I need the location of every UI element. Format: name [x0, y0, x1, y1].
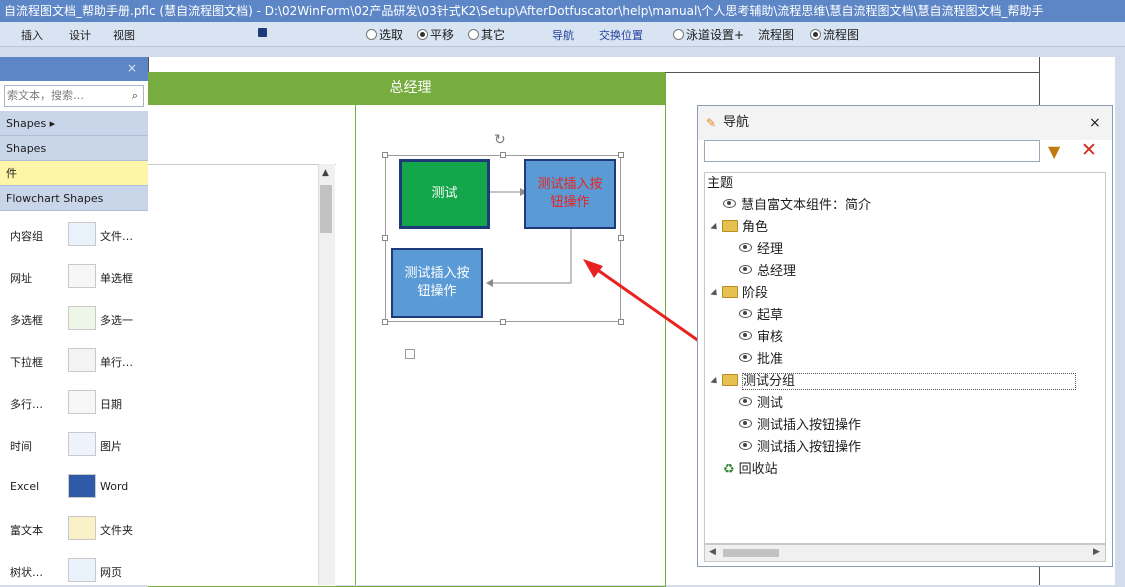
visibility-eye-icon[interactable] — [739, 397, 752, 406]
visibility-eye-icon[interactable] — [739, 331, 752, 340]
tree-node[interactable]: 慧自富文本组件：简介 — [723, 195, 871, 217]
tree-node[interactable]: 测试插入按钮操作 — [739, 415, 861, 437]
folder-icon — [722, 220, 738, 232]
tree-node[interactable]: 测试插入按钮操作 — [739, 437, 861, 459]
folder-icon — [722, 286, 738, 298]
tree-node-label: 测试分组 — [742, 373, 1077, 390]
annotation-arrowhead-icon — [583, 259, 603, 278]
filter-icon[interactable]: ▼ — [1048, 142, 1060, 161]
visibility-eye-icon[interactable] — [739, 309, 752, 318]
tree-node[interactable]: 测试分组 — [710, 371, 1077, 393]
tree-node[interactable]: 角色 — [710, 217, 769, 239]
scroll-left-icon[interactable]: ◀ — [709, 547, 716, 557]
node-insert-button-red[interactable]: 测试插入按钮操作 — [524, 159, 616, 229]
visibility-eye-icon[interactable] — [739, 419, 752, 428]
navigator-header: ✎ 导航 × — [698, 106, 1112, 140]
visibility-eye-icon[interactable] — [739, 243, 752, 252]
tree-node-label: 慧自富文本组件：简介 — [741, 198, 872, 213]
expand-caret-icon[interactable] — [710, 222, 720, 233]
folder-icon — [722, 374, 738, 386]
navigator-tree: 主题 慧自富文本组件：简介 角色经理总经理阶段起草审核批准测试分组测试测试插入按钮操… — [704, 172, 1106, 544]
expand-caret-icon[interactable] — [710, 288, 720, 299]
tree-node[interactable]: 总经理 — [739, 261, 796, 283]
tree-node[interactable]: 批准 — [739, 349, 783, 371]
navigator-icon: ✎ — [706, 116, 717, 130]
tree-node[interactable]: 经理 — [739, 239, 783, 261]
tree-node-label: 测试 — [757, 396, 784, 411]
tree-node-label: 角色 — [742, 220, 769, 235]
navigator-title: 导航 — [723, 115, 750, 130]
tree-node-label: 主题 — [707, 176, 734, 191]
navigator-search-input[interactable] — [704, 140, 1040, 162]
node-test[interactable]: 测试 — [399, 159, 490, 229]
close-icon[interactable]: × — [1089, 106, 1101, 140]
tree-node[interactable]: 主题 — [707, 173, 733, 195]
connector-insert-to-insert — [493, 228, 572, 284]
expand-caret-icon[interactable] — [710, 376, 720, 387]
tree-node[interactable]: ♻ 回收站 — [723, 459, 778, 481]
tree-node-label: 总经理 — [757, 264, 797, 279]
empty-shape-marker[interactable] — [405, 349, 415, 359]
node-insert-button-blue[interactable]: 测试插入按钮操作 — [391, 248, 483, 318]
tree-node[interactable]: 审核 — [739, 327, 783, 349]
tree-node-label: 经理 — [757, 242, 784, 257]
arrowhead-icon — [486, 279, 493, 287]
visibility-eye-icon[interactable] — [739, 353, 752, 362]
tree-node-label: 阶段 — [742, 286, 769, 301]
hscroll-thumb[interactable] — [723, 549, 779, 557]
tree-node-label: 起草 — [757, 308, 784, 323]
tree-node[interactable]: 测试 — [739, 393, 783, 415]
horizontal-scrollbar[interactable]: ◀ ▶ — [704, 544, 1106, 562]
tree-node-label: 测试插入按钮操作 — [757, 440, 862, 455]
visibility-eye-icon[interactable] — [739, 265, 752, 274]
scroll-right-icon[interactable]: ▶ — [1093, 547, 1100, 557]
visibility-eye-icon[interactable] — [739, 441, 752, 450]
tree-node-label: 批准 — [757, 352, 784, 367]
navigator-panel: ✎ 导航 × ▼ ✕ 主题 慧自富文本组件：简介 角色经理总经理阶段起草审核批准测试… — [697, 105, 1113, 567]
tree-node-label: 回收站 — [738, 462, 778, 477]
tree-node-label: 审核 — [757, 330, 784, 345]
tree-node[interactable]: 起草 — [739, 305, 783, 327]
clear-icon[interactable]: ✕ — [1081, 139, 1097, 161]
visibility-eye-icon[interactable] — [723, 199, 736, 208]
tree-node[interactable]: 阶段 — [710, 283, 769, 305]
tree-node-label: 测试插入按钮操作 — [757, 418, 862, 433]
recycle-bin-icon: ♻ — [723, 462, 735, 477]
